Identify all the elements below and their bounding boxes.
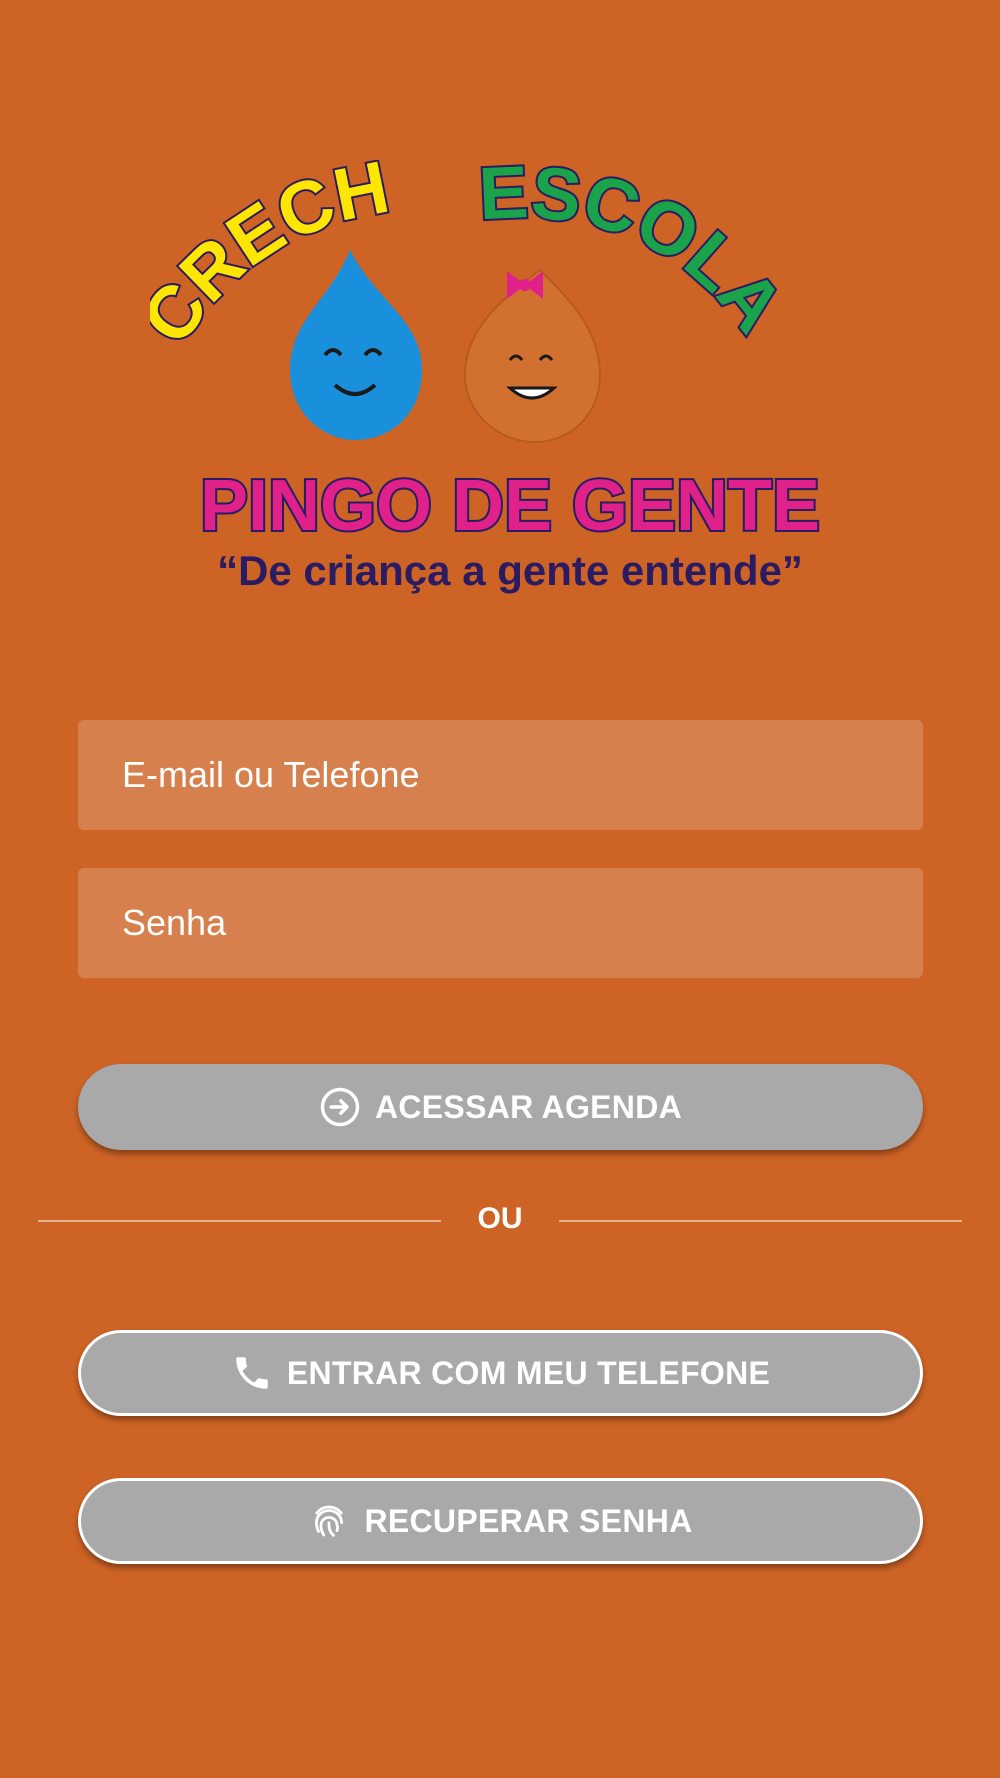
fingerprint-icon	[315, 1505, 344, 1537]
login-with-phone-label: ENTRAR COM MEU TELEFONE	[286, 1354, 771, 1391]
access-agenda-button[interactable]: ACESSAR AGENDA	[78, 1064, 923, 1150]
blue-drop-icon	[290, 250, 422, 440]
phone-icon	[236, 1357, 268, 1389]
recover-password-label: RECUPERAR SENHA	[364, 1502, 693, 1539]
divider-line-right	[559, 1220, 962, 1222]
login-with-phone-button[interactable]: ENTRAR COM MEU TELEFONE	[78, 1330, 923, 1416]
logo-text-pingo-de-gente: PINGO DE GENTE	[200, 466, 820, 546]
login-icon	[320, 1087, 360, 1127]
access-agenda-label: ACESSAR AGENDA	[374, 1088, 683, 1125]
school-logo-graphic: CRECHE ESCOLA PINGO DE GENTE “De criança…	[150, 160, 822, 594]
password-field[interactable]	[78, 868, 923, 978]
logo-tagline: “De criança a gente entende”	[217, 547, 803, 594]
orange-drop-icon	[463, 268, 602, 444]
email-input[interactable]	[122, 754, 923, 796]
password-input[interactable]	[122, 902, 923, 944]
recover-password-button[interactable]: RECUPERAR SENHA	[78, 1478, 923, 1564]
school-logo: CRECHE ESCOLA PINGO DE GENTE “De criança…	[150, 160, 870, 610]
email-field[interactable]	[78, 720, 923, 830]
or-divider: OU	[38, 1200, 962, 1240]
divider-label: OU	[477, 1202, 523, 1235]
